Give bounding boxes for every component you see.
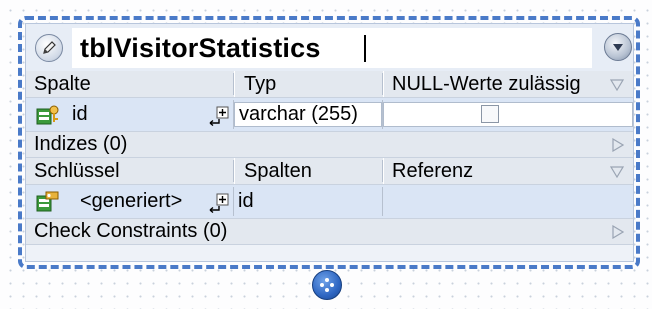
keys-header-referenz: Referenz [392,160,474,182]
check-constraints-section[interactable]: Check Constraints (0) [26,218,633,245]
table-row[interactable]: id varchar (255) [26,98,633,131]
column-header-spalte: Spalte [34,73,91,95]
column-header-typ: Typ [244,73,277,95]
column-header-null: NULL-Werte zulässig [392,73,581,95]
indexes-label: Indizes (0) [34,133,128,155]
table-name-editor[interactable]: tblVisitorStatistics [72,28,592,68]
collapse-triangle-icon[interactable] [610,79,624,91]
collapse-triangle-icon[interactable] [610,166,624,178]
keys-header-schluessel: Schlüssel [34,160,120,182]
column-name[interactable]: id [72,98,88,131]
key-columns[interactable]: id [238,185,254,218]
add-key-column-icon[interactable] [208,193,230,213]
columns-section-header[interactable]: Spalte Typ NULL-Werte zulässig [26,71,633,98]
nullable-checkbox[interactable] [481,105,499,123]
check-constraints-label: Check Constraints (0) [34,220,228,242]
key-name[interactable]: <generiert> [80,185,182,218]
pencil-icon[interactable] [35,34,63,62]
table-box[interactable]: tblVisitorStatistics Spalte Typ NULL-Wer… [25,23,634,262]
relation-handle-icon[interactable] [312,270,342,300]
table-name[interactable]: tblVisitorStatistics [80,33,321,63]
key-icon [36,191,59,212]
nullable-field [383,102,633,127]
table-row[interactable]: <generiert> id [26,185,633,218]
expand-triangle-icon[interactable] [612,225,624,239]
keys-header-spalten: Spalten [244,160,312,182]
column-type[interactable]: varchar (255) [239,98,358,131]
add-column-icon[interactable] [208,106,230,126]
chevron-down-icon[interactable] [604,33,632,61]
indexes-section[interactable]: Indizes (0) [26,131,633,158]
primary-key-column-icon [36,105,59,125]
expand-triangle-icon[interactable] [612,138,624,152]
table-header: tblVisitorStatistics [26,24,633,71]
text-caret [364,35,366,62]
keys-section-header[interactable]: Schlüssel Spalten Referenz [26,158,633,185]
